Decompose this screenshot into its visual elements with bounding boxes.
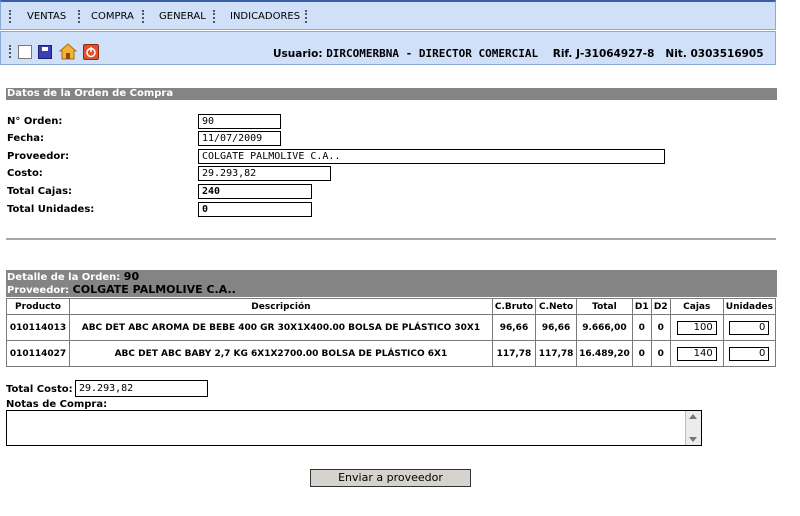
detail-title-value: 90 [123,270,140,283]
cajas-input[interactable]: 100 [676,320,717,335]
notes-scrollbar[interactable] [685,411,701,445]
col-cneto: C.Neto [536,299,577,314]
cajas-input[interactable]: 140 [676,346,717,361]
cell-cneto: 117,78 [536,341,577,366]
date-label: Fecha: [7,133,45,144]
detail-provider: Proveedor: COLGATE PALMOLIVE C.A.. [7,284,777,297]
cell-total: 9.666,00 [577,315,632,340]
menu-separator [142,10,146,23]
cell-d1: 0 [632,341,651,366]
toolbar: Usuario: DIRCOMERBNA - DIRECTOR COMERCIA… [0,31,776,65]
total-boxes-label: Total Cajas: [7,186,73,197]
home-icon[interactable] [58,43,78,60]
provider-label: Proveedor: [7,151,70,162]
menu-item-indicadores[interactable]: INDICADORES [230,11,300,22]
cost-label: Costo: [7,168,43,179]
rif-label: Rif. [552,48,573,60]
total-boxes-field[interactable]: 240 [198,184,312,199]
purchase-notes-textarea[interactable] [6,410,702,446]
cost-field[interactable]: 29.293,82 [198,166,331,181]
unidades-input[interactable]: 0 [729,346,770,361]
total-units-field[interactable]: 0 [198,202,312,217]
cell-cbruto: 117,78 [492,341,536,366]
save-disk-icon[interactable] [38,45,52,59]
cell-d2: 0 [651,315,670,340]
nit-value: 0303516905 [690,48,764,60]
section-divider [6,238,776,240]
main-menu-bar: VENTAS COMPRA GENERAL INDICADORES [0,0,776,30]
cell-unidades: 0 [723,315,775,340]
table-header-row: Producto Descripción C.Bruto C.Neto Tota… [7,299,775,314]
new-document-icon[interactable] [18,45,32,59]
date-field[interactable]: 11/07/2009 [198,131,281,146]
col-unidades: Unidades [723,299,775,314]
power-off-icon[interactable] [83,44,99,60]
scroll-up-icon[interactable] [689,414,697,419]
cell-producto: 010114027 [7,341,69,366]
nit-label: Nit. [665,48,687,60]
user-value: DIRCOMERBNA - DIRECTOR COMERCIAL [326,47,539,60]
detail-provider-label: Proveedor: [7,285,70,296]
total-units-label: Total Unidades: [7,204,95,215]
col-producto: Producto [7,299,69,314]
detail-provider-value: COLGATE PALMOLIVE C.A.. [72,283,236,296]
col-descripcion: Descripción [70,299,492,314]
user-label: Usuario: [273,48,323,60]
send-to-provider-button[interactable]: Enviar a proveedor [310,469,471,487]
detail-title: Detalle de la Orden: 90 [7,270,777,284]
order-number-label: N° Orden: [7,116,63,127]
table-row: 010114013 ABC DET ABC AROMA DE BEBE 400 … [7,315,775,340]
order-number-field[interactable]: 90 [198,114,281,129]
detail-title-label: Detalle de la Orden: [7,272,121,283]
menu-item-ventas[interactable]: VENTAS [27,11,66,22]
menu-separator [78,10,82,23]
provider-field[interactable]: COLGATE PALMOLIVE C.A.. [198,149,665,164]
col-cajas: Cajas [670,299,723,314]
cell-cbruto: 96,66 [492,315,536,340]
total-cost-field[interactable]: 29.293,82 [75,380,208,397]
cell-descripcion: ABC DET ABC BABY 2,7 KG 6X1X2700.00 BOLS… [70,341,492,366]
cell-total: 16.489,20 [577,341,632,366]
user-info: Usuario: DIRCOMERBNA - DIRECTOR COMERCIA… [273,47,764,60]
menu-separator [305,10,309,23]
cell-producto: 010114013 [7,315,69,340]
col-cbruto: C.Bruto [492,299,536,314]
toolbar-separator [9,45,13,58]
cell-descripcion: ABC DET ABC AROMA DE BEBE 400 GR 30X1X40… [70,315,492,340]
cell-cneto: 96,66 [536,315,577,340]
scroll-down-icon[interactable] [689,437,697,442]
table-row: 010114027 ABC DET ABC BABY 2,7 KG 6X1X27… [7,341,775,366]
purchase-notes-label: Notas de Compra: [6,399,108,410]
order-detail-table: Producto Descripción C.Bruto C.Neto Tota… [6,298,776,367]
menu-item-general[interactable]: GENERAL [159,11,206,22]
menu-separator [213,10,217,23]
cell-cajas: 100 [670,315,723,340]
detail-section-header: Detalle de la Orden: 90 Proveedor: COLGA… [6,270,777,297]
cell-cajas: 140 [670,341,723,366]
col-d1: D1 [632,299,651,314]
order-section-header: Datos de la Orden de Compra [6,88,777,100]
rif-value: J-31064927-8 [576,48,655,60]
unidades-input[interactable]: 0 [729,320,770,335]
menu-separator [9,10,13,23]
total-cost-label: Total Costo: [6,384,73,395]
cell-d2: 0 [651,341,670,366]
menu-item-compra[interactable]: COMPRA [91,11,134,22]
col-d2: D2 [651,299,670,314]
cell-d1: 0 [632,315,651,340]
cell-unidades: 0 [723,341,775,366]
col-total: Total [577,299,632,314]
